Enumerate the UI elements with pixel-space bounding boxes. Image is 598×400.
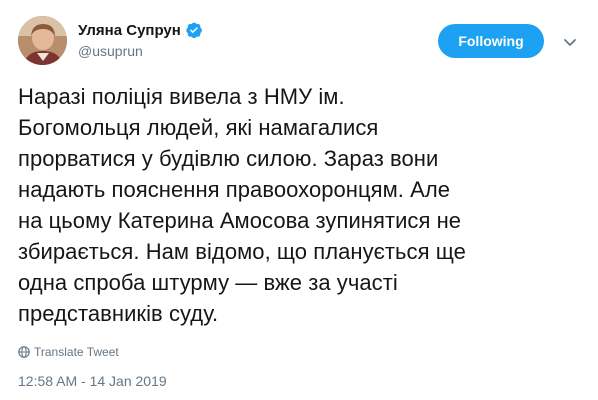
translate-tweet-link[interactable]: Translate Tweet [18,345,119,359]
tweet-timestamp[interactable]: 12:58 AM - 14 Jan 2019 [18,373,167,389]
tweet-text-line: збирається. Нам відомо, що планується ще [18,239,466,264]
tweet-text-line: на цьому Катерина Амосова зупинятися не [18,208,462,233]
tweet-text-line: надають пояснення правоохоронцям. Але [18,177,451,202]
tweet-text-line: прорватися у будівлю силою. Зараз вони [18,146,439,171]
chevron-down-icon[interactable] [561,36,579,50]
avatar[interactable] [18,16,67,65]
author-name-row[interactable]: Уляна Супрун [78,20,203,40]
tweet-text: Наразі поліція вивела з НМУ ім. Богомоль… [18,81,583,329]
globe-icon [18,346,30,358]
tweet-text-line: представників суду. [18,301,219,326]
tweet-text-line: Наразі поліція вивела з НМУ ім. [18,84,345,109]
verified-badge-icon [186,22,202,39]
author-handle[interactable]: @usuprun [78,43,143,59]
following-button[interactable]: Following [438,24,544,58]
avatar-photo [18,16,67,65]
tweet-text-line: Богомольця людей, які намагалися [18,115,379,140]
tweet-text-line: одна спроба штурму — вже за участі [18,270,398,295]
translate-tweet-label: Translate Tweet [34,345,119,359]
author-display-name[interactable]: Уляна Супрун [78,22,181,39]
